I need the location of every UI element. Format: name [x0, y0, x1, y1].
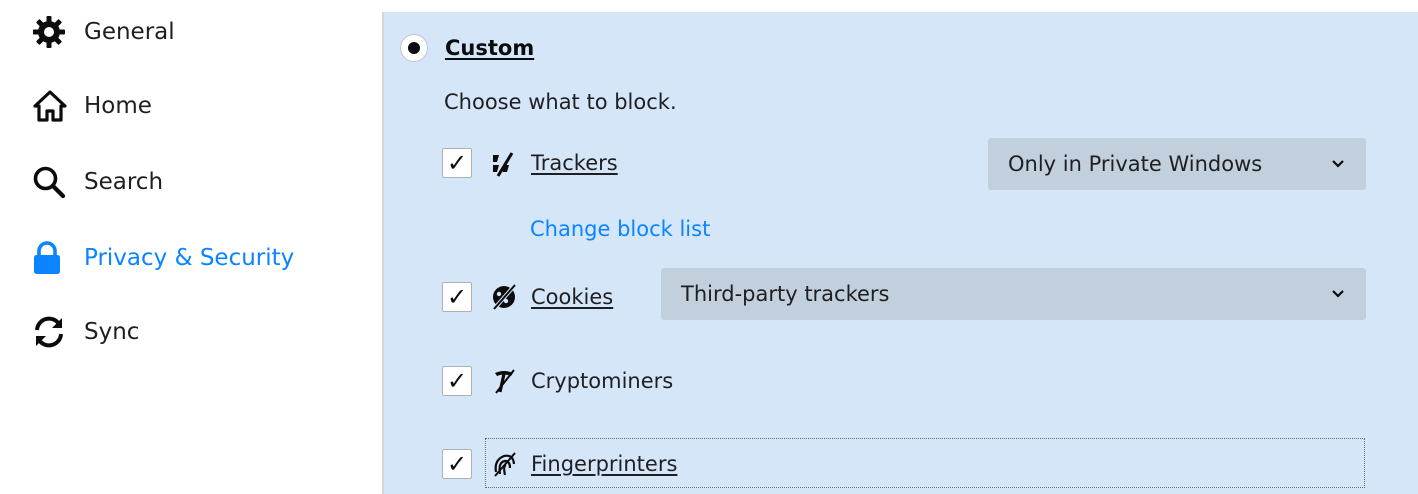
search-icon [32, 162, 72, 202]
gear-icon [32, 12, 72, 52]
trackers-scope-select[interactable]: Only in Private Windows [988, 138, 1366, 190]
sidebar-item-home[interactable]: Home [32, 86, 152, 126]
lock-icon [32, 238, 72, 278]
radio-selected-dot [408, 42, 420, 54]
home-icon [32, 86, 72, 126]
checkmark-icon: ✓ [446, 283, 468, 311]
choose-description: Choose what to block. [444, 90, 677, 114]
sidebar-item-label: Home [84, 93, 152, 119]
preferences-window: General Home Search Privacy & Security S… [0, 0, 1418, 494]
cookies-scope-select[interactable]: Third-party trackers [661, 268, 1366, 320]
sidebar-item-privacy-security[interactable]: Privacy & Security [32, 238, 294, 278]
custom-blocking-panel: Custom Choose what to block. ✓ Trackers … [384, 12, 1418, 494]
trackers-checkbox[interactable]: ✓ [442, 148, 472, 178]
sidebar-item-sync[interactable]: Sync [32, 312, 139, 352]
fingerprinters-icon [490, 450, 518, 478]
sync-icon [32, 312, 72, 352]
cryptominers-label[interactable]: Cryptominers [531, 366, 673, 396]
checkmark-icon: ✓ [446, 149, 468, 177]
cookies-label-text: Cookies [531, 285, 614, 309]
cryptominers-checkbox[interactable]: ✓ [442, 366, 472, 396]
trackers-label[interactable]: Trackers [531, 148, 618, 178]
cookies-checkbox[interactable]: ✓ [442, 282, 472, 312]
custom-radio-label[interactable]: Custom [445, 34, 534, 62]
custom-label-text: Custom [445, 36, 535, 60]
checkmark-icon: ✓ [446, 367, 468, 395]
chevron-down-icon [1332, 138, 1344, 190]
sidebar-item-search[interactable]: Search [32, 162, 163, 202]
sidebar-item-label: Privacy & Security [84, 245, 295, 271]
custom-radio[interactable] [400, 34, 428, 62]
checkmark-icon: ✓ [446, 450, 468, 478]
sidebar-item-label: Sync [84, 319, 140, 345]
fingerprinters-checkbox[interactable]: ✓ [442, 449, 472, 479]
cookies-select-value: Third-party trackers [681, 282, 890, 306]
cookies-label[interactable]: Cookies [531, 282, 613, 312]
fingerprinters-label-text: Fingerprinters [531, 452, 678, 476]
cryptominers-icon [490, 367, 518, 395]
sidebar-item-label: Search [84, 169, 164, 195]
sidebar-item-general[interactable]: General [32, 12, 175, 52]
sidebar-item-label: General [84, 19, 175, 45]
trackers-label-text: Trackers [531, 151, 618, 175]
sidebar: General Home Search Privacy & Security S… [0, 0, 382, 494]
trackers-icon [490, 150, 518, 178]
fingerprinters-label[interactable]: Fingerprinters [531, 449, 677, 479]
change-block-list-link[interactable]: Change block list [530, 214, 710, 244]
cookies-icon [490, 283, 518, 311]
cryptominers-label-text: Cryptominers [531, 369, 674, 393]
trackers-select-value: Only in Private Windows [1008, 152, 1263, 176]
chevron-down-icon [1332, 268, 1344, 320]
